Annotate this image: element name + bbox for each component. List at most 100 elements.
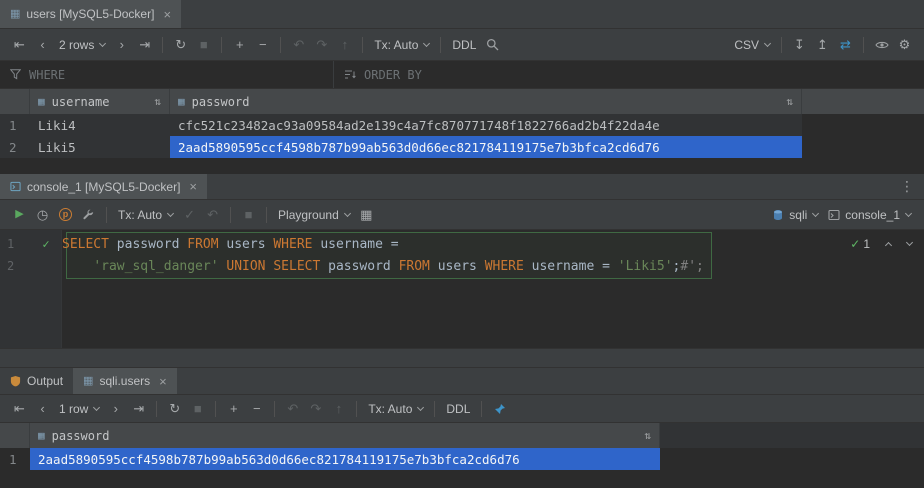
kebab-menu-icon[interactable]: ⋮	[890, 174, 924, 199]
table-row[interactable]: 2 Liki5 2aad5890595ccf4598b787b99ab563d0…	[0, 136, 924, 158]
gear-icon[interactable]: ⚙	[894, 35, 915, 55]
row-number: 1	[0, 448, 30, 470]
row-number-gutter-header	[0, 423, 30, 448]
console-selector-dropdown[interactable]: console_1	[828, 208, 911, 222]
order-by-label: ORDER BY	[364, 68, 422, 82]
toolbar-separator	[280, 37, 281, 53]
tab-console-label: console_1 [MySQL5-Docker]	[27, 180, 180, 194]
where-filter-field[interactable]: WHERE	[0, 61, 333, 88]
add-row-icon[interactable]: +	[229, 35, 250, 55]
pin-tab-icon[interactable]	[489, 399, 510, 419]
previous-page-icon[interactable]: ‹	[32, 399, 53, 419]
parameters-icon[interactable]: p	[55, 205, 76, 225]
last-page-icon[interactable]: ⇥	[134, 35, 155, 55]
csv-format-dropdown[interactable]: CSV	[734, 38, 770, 52]
tx-mode-dropdown[interactable]: Tx: Auto	[118, 208, 173, 222]
chevron-down-icon	[344, 209, 351, 216]
editor-line[interactable]: 2 'raw_sql_danger' UNION SELECT password…	[0, 255, 924, 277]
table-icon: ▦	[10, 9, 20, 20]
refresh-icon[interactable]: ↻	[170, 35, 191, 55]
close-icon[interactable]: ×	[159, 374, 167, 389]
cell-username[interactable]: Liki5	[30, 136, 170, 158]
line-number: 1	[0, 237, 30, 251]
chevron-down-icon	[99, 39, 106, 46]
playground-mode-dropdown[interactable]: Playground	[278, 208, 350, 222]
column-header-password[interactable]: ▦ password ⇅	[170, 89, 802, 114]
schema-selector-dropdown[interactable]: sqli	[772, 208, 818, 222]
cell-password-selected[interactable]: 2aad5890595ccf4598b787b99ab563d0d66ec821…	[170, 136, 802, 158]
tab-console[interactable]: console_1 [MySQL5-Docker] ×	[0, 174, 207, 199]
wrench-icon[interactable]	[78, 205, 99, 225]
tab-result-grid[interactable]: ▦ sqli.users ×	[73, 368, 177, 394]
ddl-button[interactable]: DDL	[452, 38, 476, 52]
close-icon[interactable]: ×	[189, 179, 197, 194]
column-header-username[interactable]: ▦ username ⇅	[30, 89, 170, 114]
sql-editor[interactable]: 1 ✓ SELECT password FROM users WHERE use…	[0, 230, 924, 348]
order-by-field[interactable]: ORDER BY	[333, 61, 924, 88]
search-icon[interactable]	[482, 35, 503, 55]
ddl-button[interactable]: DDL	[446, 402, 470, 416]
previous-statement-icon[interactable]	[885, 242, 892, 249]
splitter[interactable]	[0, 348, 924, 368]
csv-format-label: CSV	[734, 38, 759, 52]
cell-password[interactable]: cfc521c23482ac93a09584ad2e139c4a7fc87077…	[170, 114, 802, 136]
tab-output[interactable]: Output	[0, 368, 73, 394]
tab-users-label: users [MySQL5-Docker]	[26, 7, 154, 21]
sort-toggle-icon[interactable]: ⇅	[786, 95, 793, 108]
add-row-icon[interactable]: +	[223, 399, 244, 419]
grid-filter-row: WHERE ORDER BY	[0, 61, 924, 89]
import-upload-icon[interactable]: ↥	[812, 35, 833, 55]
sql-line-2[interactable]: 'raw_sql_danger' UNION SELECT password F…	[62, 259, 704, 274]
output-shield-icon	[10, 375, 21, 387]
ddl-label: DDL	[452, 38, 476, 52]
executed-ok-badge: ✓1	[850, 237, 870, 251]
tab-output-label: Output	[27, 374, 63, 388]
editor-line[interactable]: 1 ✓ SELECT password FROM users WHERE use…	[0, 233, 924, 255]
toolbar-separator	[106, 207, 107, 223]
result-grid-header: ▦ password ⇅	[0, 423, 924, 448]
first-page-icon[interactable]: ⇤	[9, 35, 30, 55]
next-statement-icon[interactable]	[906, 239, 913, 246]
cell-username[interactable]: Liki4	[30, 114, 170, 136]
table-row[interactable]: 1 2aad5890595ccf4598b787b99ab563d0d66ec8…	[0, 448, 924, 470]
tx-mode-dropdown[interactable]: Tx: Auto	[368, 402, 423, 416]
sort-toggle-icon[interactable]: ⇅	[154, 95, 161, 108]
column-password-label: password	[52, 429, 110, 443]
last-page-icon[interactable]: ⇥	[128, 399, 149, 419]
run-icon[interactable]: ▶	[9, 205, 30, 225]
compare-icon[interactable]: ⇄	[835, 35, 856, 55]
editor-tabbar: ▦ users [MySQL5-Docker] ×	[0, 0, 924, 29]
sql-line-1[interactable]: SELECT password FROM users WHERE usernam…	[62, 237, 399, 252]
next-page-icon[interactable]: ›	[105, 399, 126, 419]
column-password-label: password	[192, 95, 250, 109]
delete-row-icon[interactable]: −	[246, 399, 267, 419]
grid-header-filler	[660, 423, 924, 448]
sort-toggle-icon[interactable]: ⇅	[644, 429, 651, 442]
export-download-icon[interactable]: ↧	[789, 35, 810, 55]
grid-empty-area	[0, 158, 924, 174]
table-row[interactable]: 1 Liki4 cfc521c23482ac93a09584ad2e139c4a…	[0, 114, 924, 136]
rows-count-dropdown[interactable]: 2 rows	[59, 38, 105, 52]
previous-page-icon[interactable]: ‹	[32, 35, 53, 55]
rows-count-dropdown[interactable]: 1 row	[59, 402, 99, 416]
tab-result-label: sqli.users	[99, 374, 150, 388]
clock-icon[interactable]: ◷	[32, 205, 53, 225]
statement-nav-widget: ✓1	[850, 237, 912, 251]
close-icon[interactable]: ×	[163, 7, 171, 22]
revert-icon: ↶	[288, 35, 309, 55]
view-eye-icon[interactable]	[871, 35, 892, 55]
cell-password-selected[interactable]: 2aad5890595ccf4598b787b99ab563d0d66ec821…	[30, 448, 660, 470]
refresh-icon[interactable]: ↻	[164, 399, 185, 419]
history-grid-icon[interactable]: ▦	[356, 205, 377, 225]
tx-mode-dropdown[interactable]: Tx: Auto	[374, 38, 429, 52]
next-page-icon[interactable]: ›	[111, 35, 132, 55]
toolbar-separator	[230, 207, 231, 223]
tab-users-table[interactable]: ▦ users [MySQL5-Docker] ×	[0, 0, 181, 28]
delete-row-icon[interactable]: −	[252, 35, 273, 55]
playground-label: Playground	[278, 208, 339, 222]
first-page-icon[interactable]: ⇤	[9, 399, 30, 419]
column-username-label: username	[52, 95, 110, 109]
bottom-empty-area	[0, 470, 924, 488]
column-header-password[interactable]: ▦ password ⇅	[30, 423, 660, 448]
filter-funnel-icon	[10, 69, 21, 80]
